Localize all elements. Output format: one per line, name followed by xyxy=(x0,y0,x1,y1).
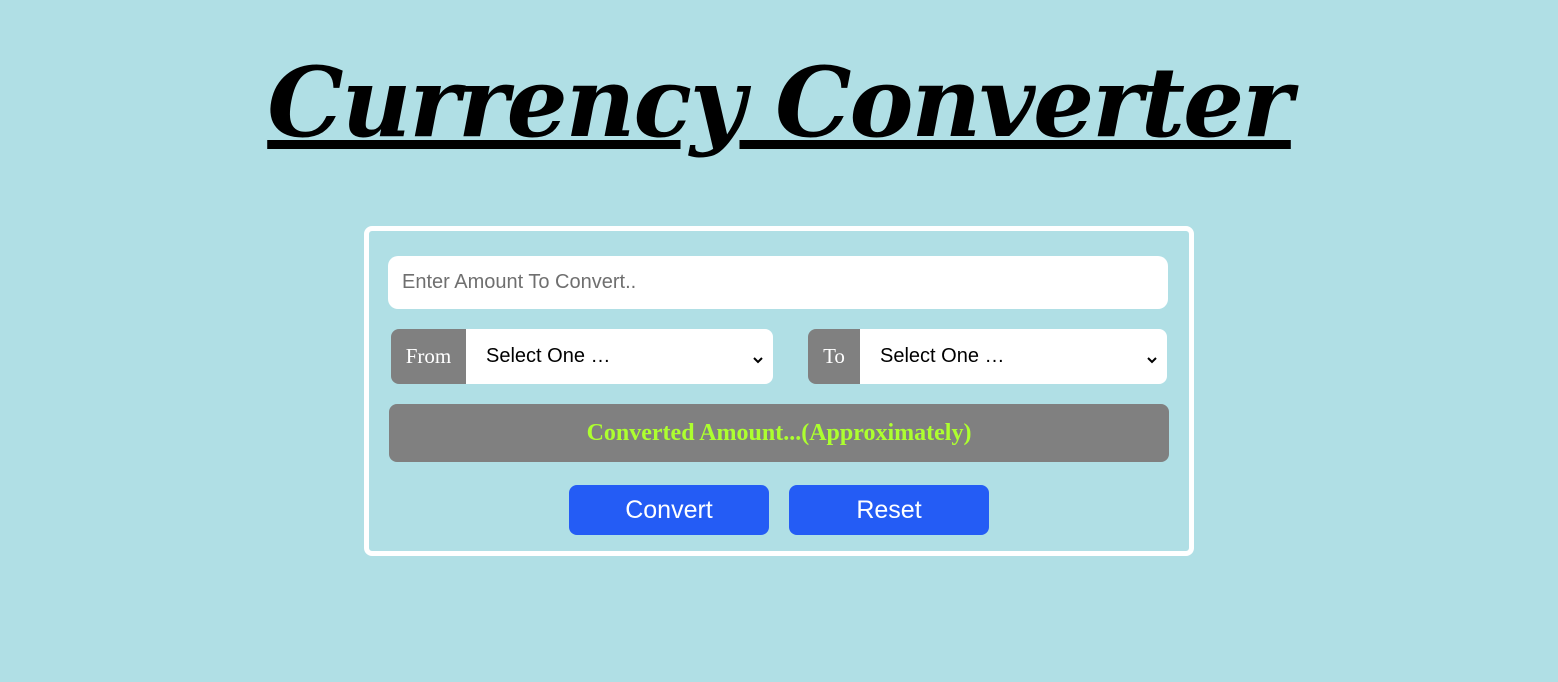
from-currency-group: From Select One … xyxy=(391,329,773,384)
chevron-down-icon xyxy=(751,350,765,364)
from-currency-select[interactable]: Select One … xyxy=(466,329,773,384)
to-currency-select[interactable]: Select One … xyxy=(860,329,1167,384)
to-currency-group: To Select One … xyxy=(808,329,1167,384)
amount-input[interactable] xyxy=(388,256,1168,309)
page-title: Currency Converter xyxy=(267,46,1293,159)
convert-button[interactable]: Convert xyxy=(569,485,769,535)
to-label: To xyxy=(808,329,860,384)
from-label: From xyxy=(391,329,466,384)
converted-amount-display: Converted Amount...(Approximately) xyxy=(389,404,1169,462)
from-selected-value: Select One … xyxy=(486,345,611,367)
chevron-down-icon xyxy=(1145,350,1159,364)
reset-button[interactable]: Reset xyxy=(789,485,989,535)
to-selected-value: Select One … xyxy=(880,345,1005,367)
